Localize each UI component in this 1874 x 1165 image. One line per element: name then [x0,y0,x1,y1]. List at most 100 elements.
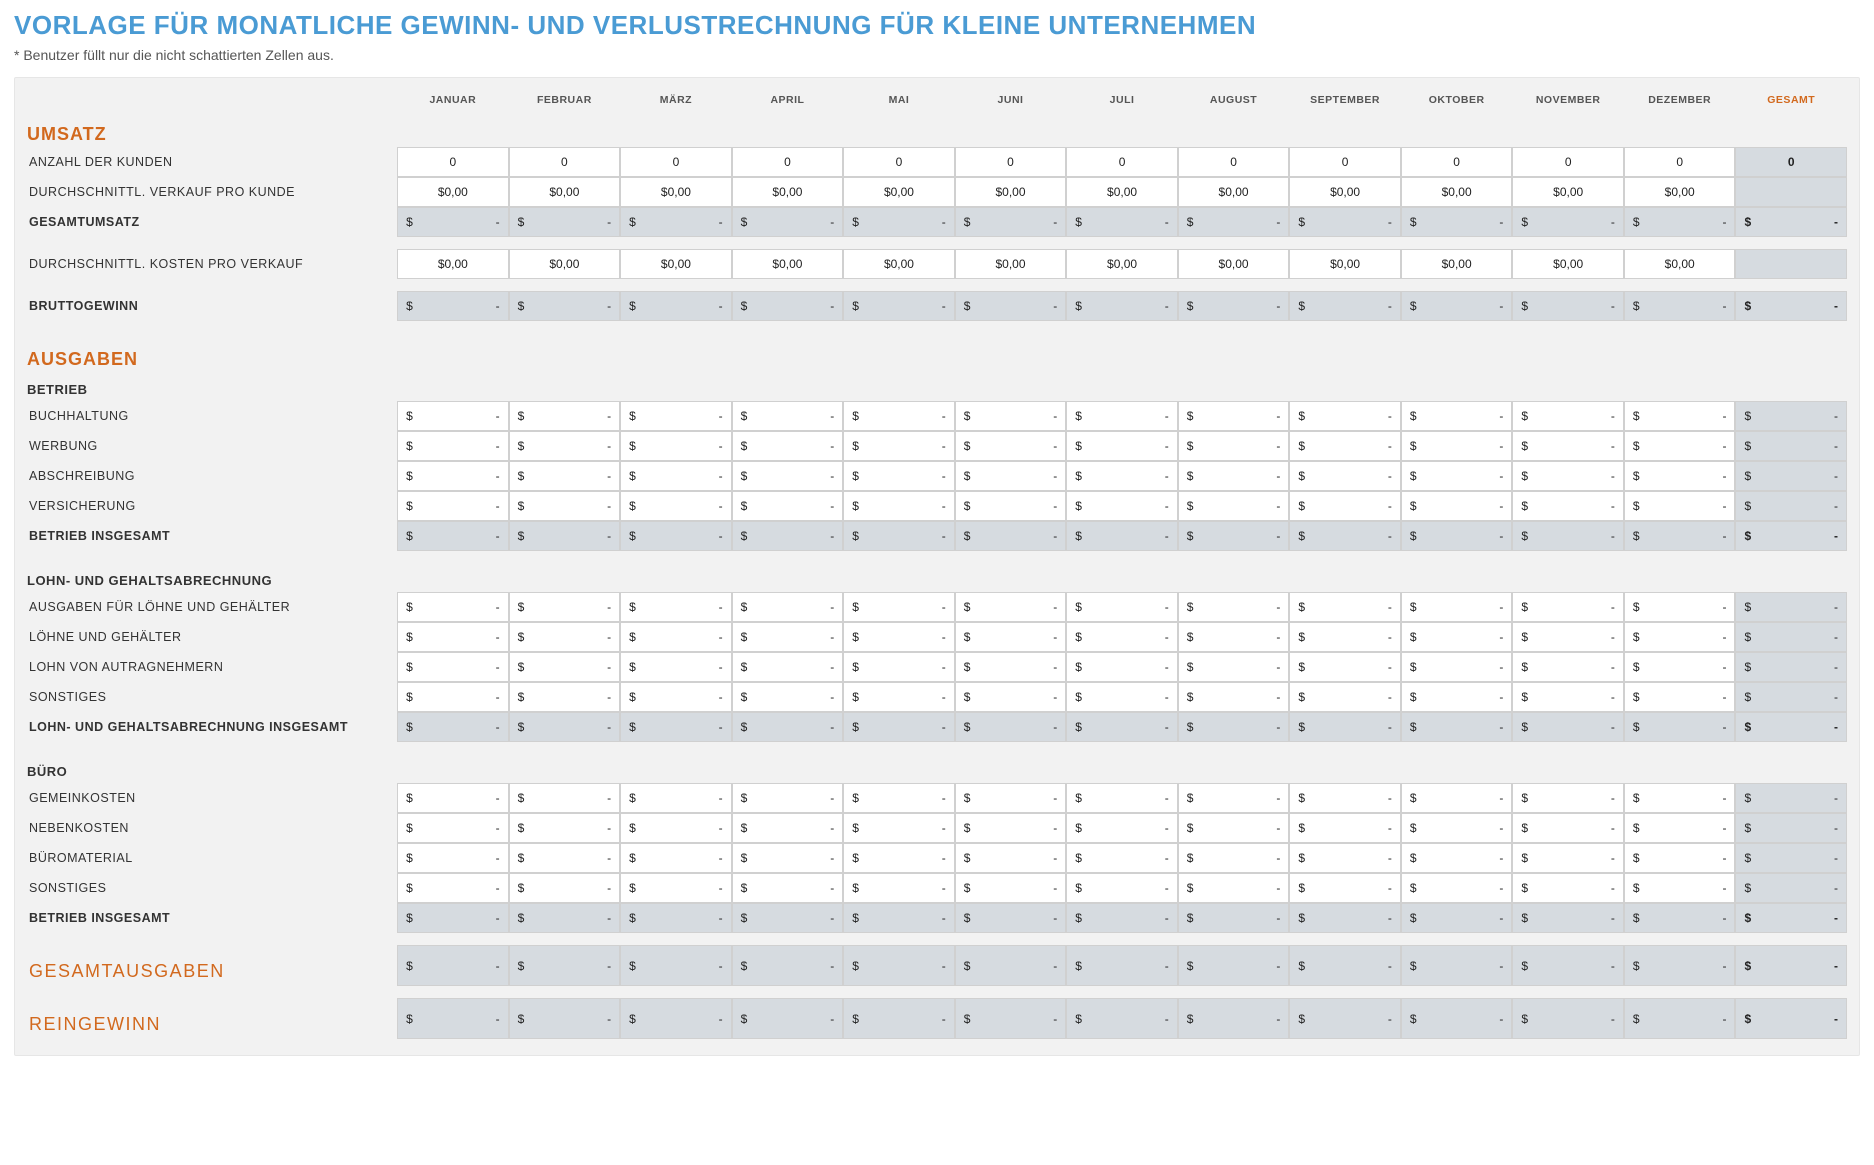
calc-cell[interactable]: $- [1066,461,1178,491]
input-cell[interactable]: $0,00 [1066,177,1178,207]
calc-cell[interactable]: $- [1512,592,1624,622]
calc-cell[interactable]: $- [843,461,955,491]
calc-cell[interactable]: $- [955,461,1067,491]
calc-cell[interactable]: $- [1066,682,1178,712]
calc-cell[interactable]: $- [1178,783,1290,813]
calc-cell[interactable]: $- [1512,873,1624,903]
calc-cell[interactable]: $- [1066,813,1178,843]
calc-cell[interactable]: $- [1512,622,1624,652]
calc-cell[interactable]: $- [732,873,844,903]
calc-cell[interactable]: $- [843,401,955,431]
calc-cell[interactable]: $- [509,682,621,712]
calc-cell[interactable]: $- [1401,461,1513,491]
calc-cell[interactable]: $- [1512,843,1624,873]
calc-cell[interactable]: $- [509,592,621,622]
calc-cell[interactable]: $- [1289,652,1401,682]
input-cell[interactable]: 0 [1401,147,1513,177]
calc-cell[interactable]: $- [843,622,955,652]
calc-cell[interactable]: $- [1401,873,1513,903]
calc-cell[interactable]: $- [955,592,1067,622]
calc-cell[interactable]: $- [955,491,1067,521]
calc-cell[interactable]: $- [509,491,621,521]
input-cell[interactable]: 0 [843,147,955,177]
input-cell[interactable]: $0,00 [397,177,509,207]
calc-cell[interactable]: $- [732,592,844,622]
calc-cell[interactable]: $- [843,843,955,873]
calc-cell[interactable]: $- [1624,431,1736,461]
calc-cell[interactable]: $- [1178,652,1290,682]
calc-cell[interactable]: $- [1066,783,1178,813]
calc-cell[interactable]: $- [1512,431,1624,461]
calc-cell[interactable]: $- [955,873,1067,903]
calc-cell[interactable]: $- [397,873,509,903]
calc-cell[interactable]: $- [1289,622,1401,652]
calc-cell[interactable]: $- [620,813,732,843]
input-cell[interactable]: $0,00 [1066,249,1178,279]
calc-cell[interactable]: $- [1401,592,1513,622]
calc-cell[interactable]: $- [509,622,621,652]
calc-cell[interactable]: $- [843,491,955,521]
calc-cell[interactable]: $- [1624,622,1736,652]
calc-cell[interactable]: $- [620,592,732,622]
calc-cell[interactable]: $- [397,431,509,461]
calc-cell[interactable]: $- [1178,843,1290,873]
calc-cell[interactable]: $- [1512,652,1624,682]
calc-cell[interactable]: $- [955,783,1067,813]
calc-cell[interactable]: $- [955,431,1067,461]
calc-cell[interactable]: $- [732,843,844,873]
calc-cell[interactable]: $- [1401,783,1513,813]
input-cell[interactable]: $0,00 [1512,177,1624,207]
input-cell[interactable]: $0,00 [1178,249,1290,279]
calc-cell[interactable]: $- [1066,843,1178,873]
input-cell[interactable]: 0 [509,147,621,177]
calc-cell[interactable]: $- [843,813,955,843]
input-cell[interactable]: $0,00 [620,177,732,207]
calc-cell[interactable]: $- [732,622,844,652]
calc-cell[interactable]: $- [1289,843,1401,873]
calc-cell[interactable]: $- [1289,783,1401,813]
calc-cell[interactable]: $- [1624,783,1736,813]
input-cell[interactable]: $0,00 [1512,249,1624,279]
input-cell[interactable]: $0,00 [1289,249,1401,279]
calc-cell[interactable]: $- [1512,783,1624,813]
calc-cell[interactable]: $- [843,652,955,682]
calc-cell[interactable]: $- [1066,652,1178,682]
input-cell[interactable]: $0,00 [843,249,955,279]
calc-cell[interactable]: $- [843,783,955,813]
calc-cell[interactable]: $- [732,783,844,813]
calc-cell[interactable]: $- [1178,813,1290,843]
input-cell[interactable]: 0 [732,147,844,177]
calc-cell[interactable]: $- [1401,843,1513,873]
calc-cell[interactable]: $- [620,431,732,461]
calc-cell[interactable]: $- [509,401,621,431]
calc-cell[interactable]: $- [1624,843,1736,873]
calc-cell[interactable]: $- [843,873,955,903]
calc-cell[interactable]: $- [843,592,955,622]
input-cell[interactable]: $0,00 [1289,177,1401,207]
calc-cell[interactable]: $- [955,813,1067,843]
calc-cell[interactable]: $- [1289,682,1401,712]
input-cell[interactable]: 0 [397,147,509,177]
calc-cell[interactable]: $- [732,461,844,491]
calc-cell[interactable]: $- [509,813,621,843]
calc-cell[interactable]: $- [1289,592,1401,622]
input-cell[interactable]: $0,00 [1178,177,1290,207]
calc-cell[interactable]: $- [397,491,509,521]
calc-cell[interactable]: $- [397,843,509,873]
input-cell[interactable]: 0 [955,147,1067,177]
calc-cell[interactable]: $- [1178,431,1290,461]
calc-cell[interactable]: $- [1401,622,1513,652]
input-cell[interactable]: $0,00 [955,177,1067,207]
calc-cell[interactable]: $- [1512,813,1624,843]
calc-cell[interactable]: $- [1066,431,1178,461]
calc-cell[interactable]: $- [397,461,509,491]
calc-cell[interactable]: $- [1512,401,1624,431]
calc-cell[interactable]: $- [620,783,732,813]
calc-cell[interactable]: $- [620,873,732,903]
calc-cell[interactable]: $- [732,491,844,521]
input-cell[interactable]: $0,00 [1401,177,1513,207]
calc-cell[interactable]: $- [620,491,732,521]
calc-cell[interactable]: $- [1624,813,1736,843]
calc-cell[interactable]: $- [732,813,844,843]
input-cell[interactable]: 0 [1289,147,1401,177]
